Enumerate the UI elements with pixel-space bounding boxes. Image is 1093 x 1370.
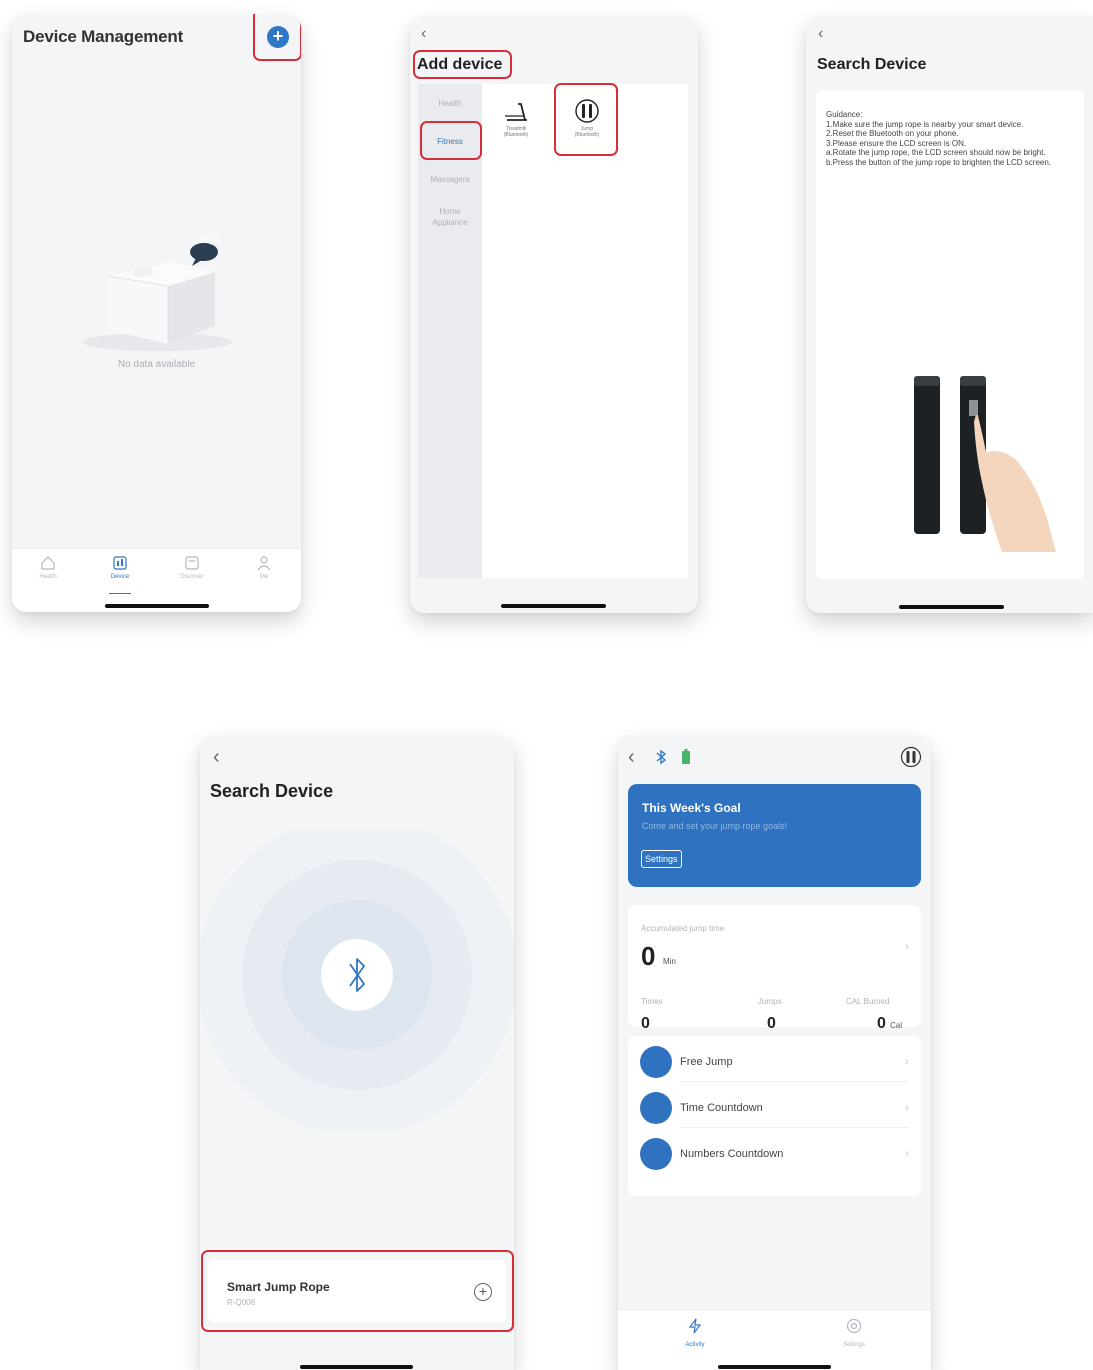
add-device-screen: ‹ Add device Health Fitness Massagers Ho…: [410, 16, 698, 613]
counter-icon: [640, 1138, 672, 1170]
tab-label: Settings: [843, 1342, 865, 1348]
title-highlight: [413, 50, 512, 79]
stat-unit: Cal: [890, 1021, 903, 1030]
page-title: Device Management: [23, 27, 184, 46]
stat-value: 0: [877, 1015, 886, 1032]
guidance-text: Guidance: 1.Make sure the jump rope is n…: [826, 110, 1076, 167]
tab-label: Me: [259, 574, 269, 580]
mode-time-countdown[interactable]: Time Countdown ›: [628, 1082, 921, 1128]
guidance-line: 1.Make sure the jump rope is nearby your…: [826, 119, 1024, 129]
stat-value: 0: [767, 1015, 776, 1032]
accumulated-value: 0: [641, 941, 656, 971]
category-massagers[interactable]: Massagers: [418, 174, 482, 185]
guidance-title: Guidance:: [826, 110, 863, 119]
jump-rope-dashboard-screen: ‹ This Week's Goal Come and set your jum…: [618, 735, 931, 1370]
fitness-highlight: [420, 121, 482, 160]
mode-list: Free Jump › Time Countdown › Numbers Cou…: [628, 1036, 921, 1196]
category-home-appliance[interactable]: Home Appliance: [418, 206, 482, 228]
guidance-line: b.Press the button of the jump rope to b…: [826, 157, 1052, 167]
discover-icon: [185, 556, 199, 570]
goal-settings-button[interactable]: Settings: [641, 850, 682, 868]
page-title: Search Device: [817, 56, 927, 73]
tab-label: Activity: [685, 1342, 705, 1348]
tab-label: Device: [110, 574, 130, 580]
mode-label: Free Jump: [680, 1056, 733, 1068]
free-jump-icon: [640, 1046, 672, 1078]
guidance-card: Guidance: 1.Make sure the jump rope is n…: [816, 90, 1084, 579]
empty-state-text: No data available: [117, 359, 196, 370]
guidance-line: 2.Reset the Bluetooth on your phone.: [826, 129, 959, 138]
search-result-screen: ‹ Search Device Smart Jump Rope R-Q008 +: [200, 735, 514, 1370]
stat-value: 0: [641, 1015, 650, 1032]
tab-discover[interactable]: Discover: [167, 555, 217, 580]
device-label: Treadmill (Bluetooth): [503, 126, 529, 138]
stat-label: CAL Burned: [846, 997, 890, 1006]
mode-numbers-countdown[interactable]: Numbers Countdown ›: [628, 1128, 921, 1174]
back-icon[interactable]: ‹: [213, 747, 220, 767]
bottom-tab-bar: Activity Settings: [618, 1309, 931, 1370]
empty-box-illustration: [82, 243, 232, 351]
activity-icon: [688, 1318, 702, 1334]
home-indicator: [899, 605, 1004, 609]
goal-title: This Week's Goal: [642, 801, 741, 815]
guidance-line: a.Rotate the jump rope, the LCD screen s…: [826, 148, 1046, 157]
treadmill-icon: [505, 103, 527, 121]
home-icon: [41, 556, 55, 570]
page-title: Search Device: [210, 781, 334, 801]
accumulated-label: Accumulated jump time: [641, 924, 725, 933]
home-indicator: [718, 1365, 831, 1369]
device-icon: [113, 556, 127, 570]
top-bar: ‹: [618, 745, 931, 771]
back-icon[interactable]: ‹: [818, 26, 823, 42]
home-indicator: [300, 1365, 413, 1369]
category-health[interactable]: Health: [418, 98, 482, 109]
mode-label: Time Countdown: [680, 1102, 763, 1114]
accumulated-unit: Min: [663, 957, 676, 966]
weekly-goal-card: This Week's Goal Come and set your jump …: [628, 784, 921, 887]
home-indicator: [501, 604, 606, 608]
stat-label: Jumps: [758, 997, 782, 1006]
tab-activity[interactable]: Activity: [665, 1318, 725, 1348]
chevron-right-icon: ›: [905, 1054, 909, 1068]
mode-label: Numbers Countdown: [680, 1148, 784, 1160]
bluetooth-icon: [656, 749, 666, 765]
chevron-right-icon: ›: [905, 939, 909, 953]
tab-me[interactable]: Me: [239, 555, 289, 580]
bottom-tab-bar: Health Device Discover Me: [12, 548, 301, 612]
device-management-screen: Device Management + Oops! No data availa…: [12, 14, 301, 612]
search-guidance-screen: ‹ Search Device Guidance: 1.Make sure th…: [806, 16, 1093, 613]
device-treadmill[interactable]: Treadmill (Bluetooth): [491, 98, 541, 138]
back-icon[interactable]: ‹: [421, 26, 426, 42]
timer-icon: [640, 1092, 672, 1124]
tab-label: Health: [39, 574, 57, 580]
tab-health[interactable]: Health: [23, 555, 73, 580]
chevron-right-icon: ›: [905, 1146, 909, 1160]
person-icon: [257, 556, 271, 571]
tab-settings[interactable]: Settings: [824, 1318, 884, 1348]
oops-badge: Oops!: [199, 238, 221, 245]
goal-subtitle: Come and set your jump rope goals!: [642, 821, 788, 831]
home-indicator: [105, 604, 209, 608]
device-panel: Treadmill (Bluetooth) Jump (Bluetooth): [482, 84, 688, 578]
settings-icon: [846, 1318, 862, 1334]
stat-label: Times: [641, 997, 663, 1006]
tab-label: Discover: [180, 574, 204, 580]
mode-free-jump[interactable]: Free Jump ›: [628, 1036, 921, 1082]
back-icon[interactable]: ‹: [628, 747, 635, 767]
jump-device-highlight: [554, 83, 618, 156]
chevron-right-icon: ›: [905, 1100, 909, 1114]
result-highlight: [201, 1250, 514, 1332]
stats-card[interactable]: Accumulated jump time 0 Min › Times 0 Ju…: [628, 905, 921, 1032]
tab-device[interactable]: Device: [95, 555, 145, 580]
guidance-line: 3.Please ensure the LCD screen is ON.: [826, 138, 967, 148]
active-tab-underline: [109, 593, 131, 594]
jump-rope-handles-illustration: [914, 376, 1056, 552]
add-button-highlight: [253, 14, 301, 61]
bluetooth-scan-radar: [200, 830, 514, 1130]
jump-rope-icon[interactable]: [900, 746, 922, 768]
battery-icon: [682, 749, 690, 764]
